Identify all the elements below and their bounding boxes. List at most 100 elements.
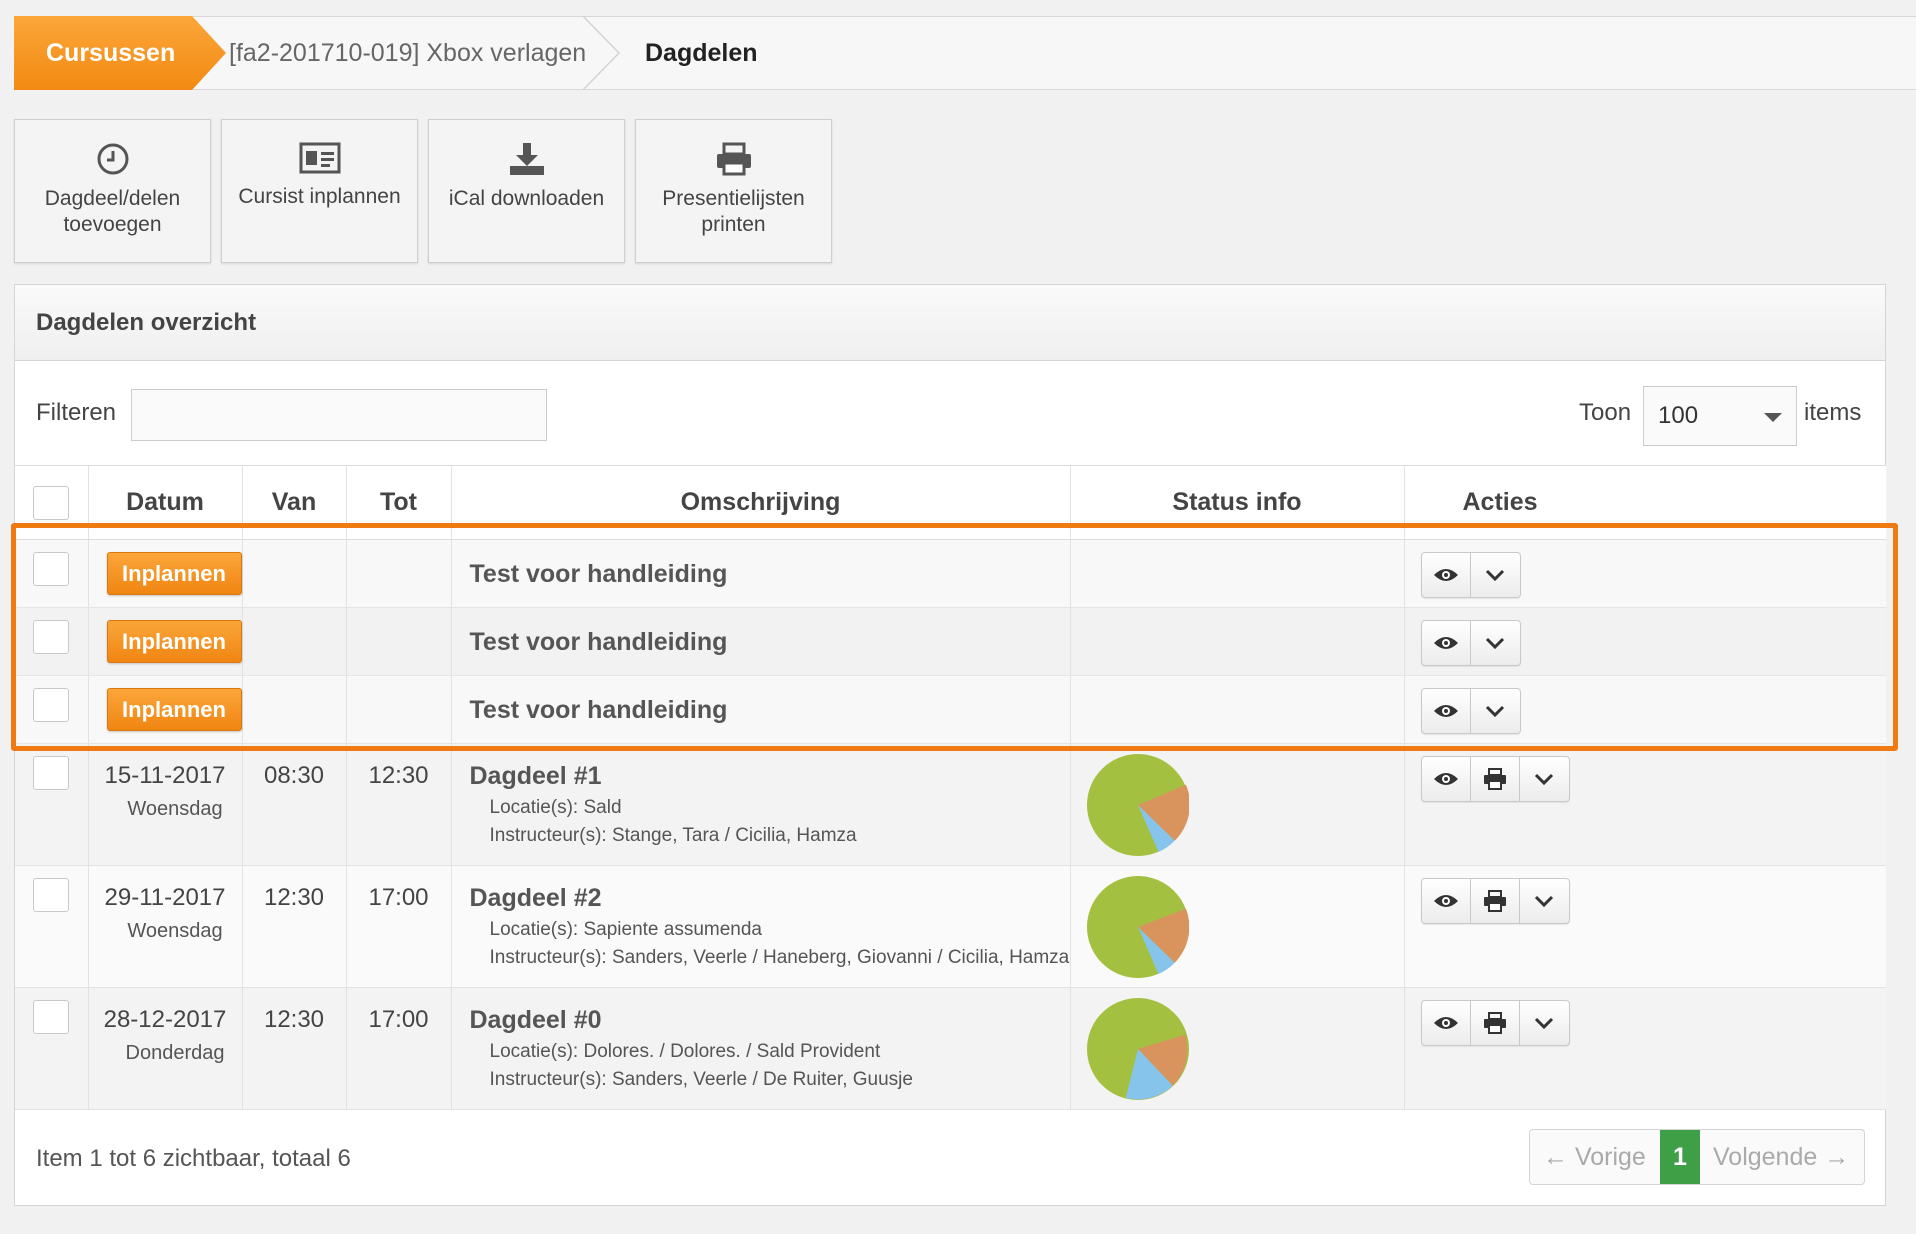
- items-label: items: [1804, 399, 1862, 426]
- view-button[interactable]: [1422, 621, 1471, 665]
- row-checkbox[interactable]: [33, 688, 70, 722]
- tot-cell: [346, 539, 452, 608]
- omschrijving-cell: Test voor handleiding: [451, 675, 1071, 744]
- printer-icon: [716, 142, 751, 176]
- view-button[interactable]: [1422, 879, 1471, 923]
- panel-title: Dagdelen overzicht: [15, 285, 1885, 361]
- breadcrumb-home-label: Cursussen: [46, 38, 176, 67]
- more-dropdown-button[interactable]: [1520, 757, 1569, 801]
- page-size-value: 100: [1658, 402, 1699, 429]
- van-cell: [242, 675, 347, 744]
- status-pie-chart: [1086, 876, 1189, 978]
- row-select-cell: [15, 743, 89, 866]
- chevron-down-icon: [1485, 637, 1505, 649]
- row-checkbox[interactable]: [33, 878, 70, 912]
- filter-bar: Filteren Toon 100 items: [15, 361, 1885, 465]
- chevron-down-icon: [1485, 569, 1505, 581]
- view-button[interactable]: [1422, 757, 1471, 801]
- row-action-group: [1420, 688, 1521, 734]
- id-card-icon: [299, 142, 340, 174]
- status-cell: [1070, 987, 1405, 1110]
- omschrijving-cell: Dagdeel #0 Locatie(s): Dolores. / Dolore…: [451, 987, 1071, 1110]
- view-button[interactable]: [1422, 689, 1471, 733]
- row-date: 15-11-2017: [104, 762, 226, 789]
- print-button[interactable]: [1471, 1001, 1520, 1045]
- ical-download-label: iCal downloaden: [448, 187, 605, 210]
- eye-icon: [1433, 1017, 1458, 1029]
- row-action-group: [1420, 1000, 1570, 1046]
- actions-cell: [1404, 675, 1886, 744]
- add-dagdeel-button[interactable]: Dagdeel/delen toevoegen: [14, 119, 211, 263]
- print-button[interactable]: [1471, 757, 1520, 801]
- action-toolbar: Dagdeel/delen toevoegen Cursist inplanne…: [14, 119, 832, 263]
- row-description: Test voor handleiding: [469, 560, 728, 588]
- van-cell: 12:30: [242, 865, 347, 988]
- col-header-tot[interactable]: Tot: [346, 465, 452, 540]
- table-row: 29-11-2017 Woensdag 12:30 17:00 Dagdeel …: [15, 865, 1886, 988]
- breadcrumb-current-label: Dagdelen: [645, 38, 758, 67]
- ical-download-button[interactable]: iCal downloaden: [428, 119, 625, 263]
- col-header-datum[interactable]: Datum: [88, 465, 243, 540]
- breadcrumb-course-link[interactable]: [fa2-201710-019] Xbox verlagen: [229, 17, 586, 89]
- col-header-status-info: Status info: [1070, 465, 1405, 540]
- breadcrumb-home-link[interactable]: Cursussen: [14, 16, 226, 90]
- eye-icon: [1433, 705, 1458, 717]
- previous-page-button[interactable]: ← Vorige: [1530, 1130, 1660, 1184]
- chevron-down-icon: [1534, 895, 1554, 907]
- omschrijving-cell: Test voor handleiding: [451, 607, 1071, 676]
- inplannen-button[interactable]: Inplannen: [106, 688, 242, 731]
- row-checkbox[interactable]: [33, 552, 70, 586]
- breadcrumb-current: Dagdelen: [645, 17, 758, 89]
- page-1-button[interactable]: 1: [1660, 1130, 1700, 1184]
- page-size-select[interactable]: 100: [1643, 386, 1797, 446]
- row-start-time: 12:30: [263, 884, 325, 911]
- status-cell: [1070, 865, 1405, 988]
- status-cell: [1070, 743, 1405, 866]
- eye-icon: [1433, 895, 1458, 907]
- row-checkbox[interactable]: [33, 620, 70, 654]
- print-attendance-button[interactable]: Presentielijsten printen: [635, 119, 832, 263]
- status-cell: [1070, 539, 1405, 608]
- more-dropdown-button[interactable]: [1471, 621, 1520, 665]
- next-page-button[interactable]: Volgende →: [1700, 1130, 1864, 1184]
- filter-input[interactable]: [131, 389, 547, 441]
- status-cell: [1070, 675, 1405, 744]
- row-weekday: Donderdag: [125, 1042, 225, 1064]
- row-description: Test voor handleiding: [469, 628, 728, 656]
- more-dropdown-button[interactable]: [1471, 553, 1520, 597]
- more-dropdown-button[interactable]: [1471, 689, 1520, 733]
- dagdelen-panel: Dagdelen overzicht Filteren Toon 100 ite…: [14, 284, 1886, 1206]
- schedule-student-label: Cursist inplannen: [238, 185, 401, 208]
- row-checkbox[interactable]: [33, 756, 70, 790]
- status-pie-chart: [1086, 754, 1190, 856]
- print-attendance-label: Presentielijsten printen: [662, 187, 805, 236]
- chevron-down-icon: [1534, 773, 1554, 785]
- row-checkbox[interactable]: [33, 1000, 70, 1034]
- status-cell: [1070, 607, 1405, 676]
- more-dropdown-button[interactable]: [1520, 879, 1569, 923]
- view-button[interactable]: [1422, 1001, 1471, 1045]
- schedule-student-button[interactable]: Cursist inplannen: [221, 119, 418, 263]
- view-button[interactable]: [1422, 553, 1471, 597]
- more-dropdown-button[interactable]: [1520, 1001, 1569, 1045]
- print-button[interactable]: [1471, 879, 1520, 923]
- col-header-omschrijving[interactable]: Omschrijving: [451, 465, 1071, 540]
- van-cell: 12:30: [242, 987, 347, 1110]
- tot-cell: 17:00: [346, 987, 452, 1110]
- datum-cell: 28-12-2017 Donderdag: [88, 987, 243, 1110]
- printer-icon: [1483, 1012, 1506, 1034]
- table-row: Inplannen Test voor handleiding: [15, 675, 1886, 744]
- filter-label: Filteren: [36, 399, 117, 426]
- inplannen-button[interactable]: Inplannen: [106, 552, 242, 595]
- inplannen-button[interactable]: Inplannen: [106, 620, 242, 663]
- eye-icon: [1433, 773, 1458, 785]
- tot-cell: 12:30: [346, 743, 452, 866]
- actions-cell: [1404, 987, 1886, 1110]
- col-header-van[interactable]: Van: [242, 465, 347, 540]
- row-action-group: [1420, 756, 1570, 802]
- pagination: ← Vorige 1 Volgende →: [1529, 1129, 1865, 1185]
- row-end-time: 12:30: [368, 762, 429, 789]
- actions-cell: [1404, 607, 1886, 676]
- row-title: Dagdeel #1: [469, 762, 602, 790]
- select-all-checkbox[interactable]: [33, 486, 70, 520]
